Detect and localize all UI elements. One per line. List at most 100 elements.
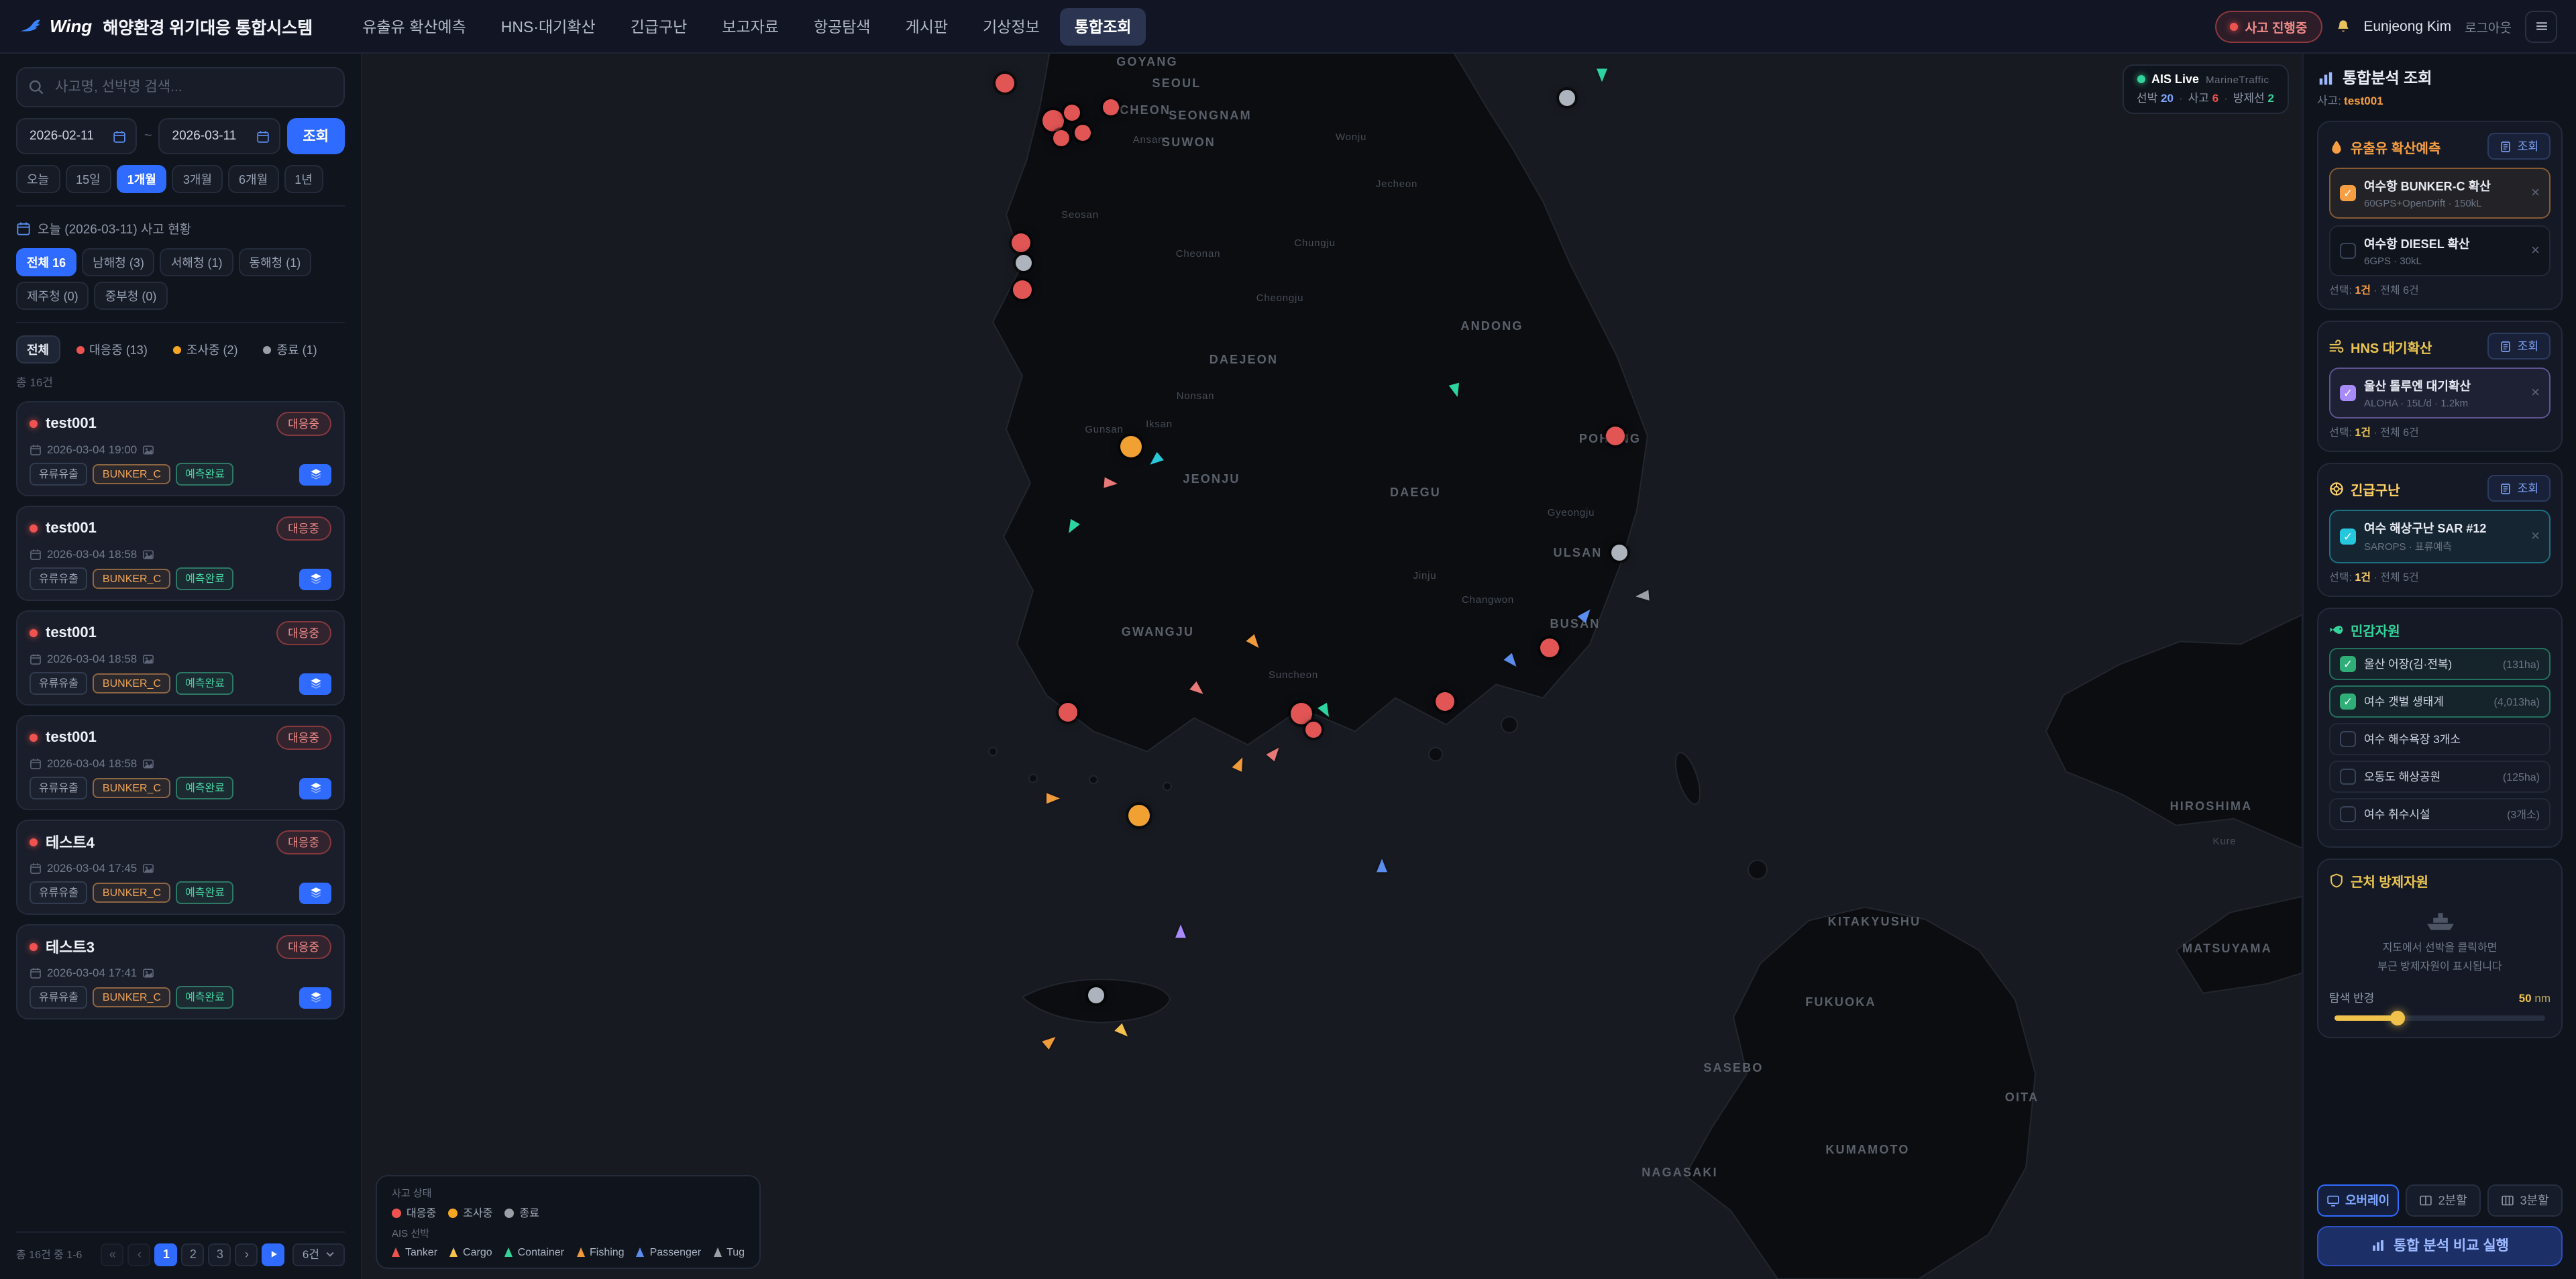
incident-marker[interactable] bbox=[1053, 130, 1069, 146]
region-chip[interactable]: 남해청 (3) bbox=[82, 248, 155, 276]
resource-row[interactable]: ✓여수 갯벌 생태계(4,013ha) bbox=[2329, 685, 2551, 718]
section-query-button[interactable]: 조회 bbox=[2488, 133, 2551, 160]
play-button[interactable] bbox=[262, 1243, 285, 1266]
card-action-button[interactable] bbox=[299, 987, 331, 1008]
analysis-item[interactable]: ✓울산 톨루엔 대기확산ALOHA · 15L/d · 1.2km× bbox=[2329, 368, 2551, 419]
nav-item[interactable]: 항공탐색 bbox=[799, 7, 885, 45]
ship-marker[interactable] bbox=[1232, 755, 1248, 772]
first-page-button[interactable]: « bbox=[101, 1243, 124, 1266]
date-from-field[interactable] bbox=[16, 118, 138, 154]
incident-marker[interactable] bbox=[1064, 105, 1080, 121]
status-chip[interactable]: 종료 (1) bbox=[254, 337, 327, 362]
resource-row[interactable]: 여수 해수욕장 3개소 bbox=[2329, 723, 2551, 755]
range-chip[interactable]: 15일 bbox=[65, 165, 111, 193]
row-checkbox[interactable] bbox=[2340, 731, 2356, 747]
nav-item[interactable]: 보고자료 bbox=[707, 7, 794, 45]
incident-marker[interactable] bbox=[996, 74, 1014, 93]
status-chip[interactable]: 대응중 (13) bbox=[66, 337, 157, 362]
incident-marker[interactable] bbox=[1059, 703, 1077, 722]
range-chip[interactable]: 3개월 bbox=[172, 165, 223, 193]
card-action-button[interactable] bbox=[299, 673, 331, 694]
incident-card[interactable]: test001대응중2026-03-04 18:58유류유출BUNKER_C예측… bbox=[16, 715, 345, 810]
page-button[interactable]: 2 bbox=[182, 1243, 205, 1266]
date-from-input[interactable] bbox=[27, 127, 108, 145]
incident-marker[interactable] bbox=[1042, 110, 1064, 131]
incident-marker[interactable] bbox=[1611, 545, 1627, 561]
nav-item[interactable]: 기상정보 bbox=[968, 7, 1055, 45]
view-split2-button[interactable]: 2분할 bbox=[2406, 1184, 2481, 1216]
range-chip[interactable]: 6개월 bbox=[228, 165, 278, 193]
search-input[interactable] bbox=[52, 78, 333, 97]
incident-marker[interactable] bbox=[1305, 722, 1322, 738]
ship-marker[interactable] bbox=[1064, 519, 1080, 536]
resource-row[interactable]: 오동도 해상공원(125ha) bbox=[2329, 761, 2551, 793]
row-checkbox[interactable] bbox=[2340, 769, 2356, 785]
ship-marker[interactable] bbox=[1046, 793, 1060, 803]
ship-marker[interactable] bbox=[1635, 590, 1649, 602]
ship-marker[interactable] bbox=[1449, 383, 1463, 398]
ship-marker[interactable] bbox=[1189, 681, 1207, 698]
item-checkbox[interactable]: ✓ bbox=[2340, 385, 2356, 401]
incident-card[interactable]: test001대응중2026-03-04 18:58유류유출BUNKER_C예측… bbox=[16, 506, 345, 601]
section-query-button[interactable]: 조회 bbox=[2488, 333, 2551, 359]
ship-marker[interactable] bbox=[1246, 634, 1263, 652]
incident-marker[interactable] bbox=[1606, 427, 1625, 445]
analysis-item[interactable]: 여수항 DIESEL 확산6GPS · 30kL× bbox=[2329, 225, 2551, 276]
ship-marker[interactable] bbox=[1114, 1023, 1131, 1040]
ship-marker[interactable] bbox=[1318, 703, 1334, 720]
incident-marker[interactable] bbox=[1128, 805, 1150, 826]
section-query-button[interactable]: 조회 bbox=[2488, 475, 2551, 502]
page-button[interactable]: 1 bbox=[155, 1243, 178, 1266]
item-close-button[interactable]: × bbox=[2531, 386, 2540, 400]
ship-marker[interactable] bbox=[1266, 744, 1283, 762]
incident-marker[interactable] bbox=[1075, 125, 1091, 141]
range-chip[interactable]: 1개월 bbox=[117, 165, 167, 193]
incident-marker[interactable] bbox=[1088, 987, 1104, 1003]
ship-marker[interactable] bbox=[1377, 858, 1387, 872]
item-close-button[interactable]: × bbox=[2531, 186, 2540, 201]
analysis-item[interactable]: ✓여수항 BUNKER-C 확산60GPS+OpenDrift · 150kL× bbox=[2329, 168, 2551, 219]
item-close-button[interactable]: × bbox=[2531, 243, 2540, 258]
incident-marker[interactable] bbox=[1436, 692, 1454, 711]
next-page-button[interactable]: › bbox=[235, 1243, 258, 1266]
incident-card[interactable]: 테스트3대응중2026-03-04 17:41유류유출BUNKER_C예측완료 bbox=[16, 924, 345, 1019]
item-checkbox[interactable]: ✓ bbox=[2340, 529, 2356, 545]
incident-marker[interactable] bbox=[1016, 255, 1032, 271]
query-button[interactable]: 조회 bbox=[286, 118, 345, 154]
nav-item[interactable]: HNS·대기확산 bbox=[486, 7, 610, 45]
status-chip[interactable]: 전체 bbox=[16, 335, 60, 364]
incident-marker[interactable] bbox=[1103, 99, 1119, 115]
row-checkbox[interactable] bbox=[2340, 806, 2356, 822]
menu-button[interactable] bbox=[2525, 10, 2557, 42]
item-close-button[interactable]: × bbox=[2531, 529, 2540, 544]
incident-marker[interactable] bbox=[1291, 703, 1312, 724]
region-chip[interactable]: 동해청 (1) bbox=[239, 248, 312, 276]
region-chip[interactable]: 서해청 (1) bbox=[160, 248, 233, 276]
status-chip[interactable]: 조사중 (2) bbox=[164, 337, 248, 362]
per-page-select[interactable]: 6건 bbox=[293, 1243, 345, 1266]
incident-card[interactable]: 테스트4대응중2026-03-04 17:45유류유출BUNKER_C예측완료 bbox=[16, 820, 345, 915]
nav-item[interactable]: 게시판 bbox=[891, 7, 963, 45]
run-analysis-button[interactable]: 통합 분석 비교 실행 bbox=[2317, 1225, 2563, 1266]
incident-card[interactable]: test001대응중2026-03-04 18:58유류유출BUNKER_C예측… bbox=[16, 610, 345, 706]
bell-icon[interactable] bbox=[2335, 19, 2350, 34]
slider-knob[interactable] bbox=[2390, 1011, 2405, 1025]
view-split3-button[interactable]: 3분할 bbox=[2487, 1184, 2563, 1216]
region-chip[interactable]: 제주청 (0) bbox=[16, 282, 89, 310]
ship-marker[interactable] bbox=[1146, 452, 1164, 469]
ship-marker[interactable] bbox=[1104, 478, 1118, 490]
incident-marker[interactable] bbox=[1012, 233, 1030, 252]
nav-item[interactable]: 통합조회 bbox=[1060, 7, 1146, 45]
card-action-button[interactable] bbox=[299, 568, 331, 590]
card-action-button[interactable] bbox=[299, 463, 331, 485]
ship-marker[interactable] bbox=[1042, 1033, 1059, 1050]
radius-slider[interactable] bbox=[2334, 1015, 2545, 1021]
page-button[interactable]: 3 bbox=[209, 1243, 231, 1266]
region-chip[interactable]: 전체 16 bbox=[16, 248, 76, 276]
date-to-field[interactable] bbox=[159, 118, 280, 154]
view-monitor-button[interactable]: 오버레이 bbox=[2317, 1184, 2399, 1216]
prev-page-button[interactable]: ‹ bbox=[128, 1243, 151, 1266]
logout-button[interactable]: 로그아웃 bbox=[2465, 17, 2512, 36]
ship-marker[interactable] bbox=[1503, 653, 1520, 671]
resource-row[interactable]: 여수 취수시설(3개소) bbox=[2329, 798, 2551, 830]
